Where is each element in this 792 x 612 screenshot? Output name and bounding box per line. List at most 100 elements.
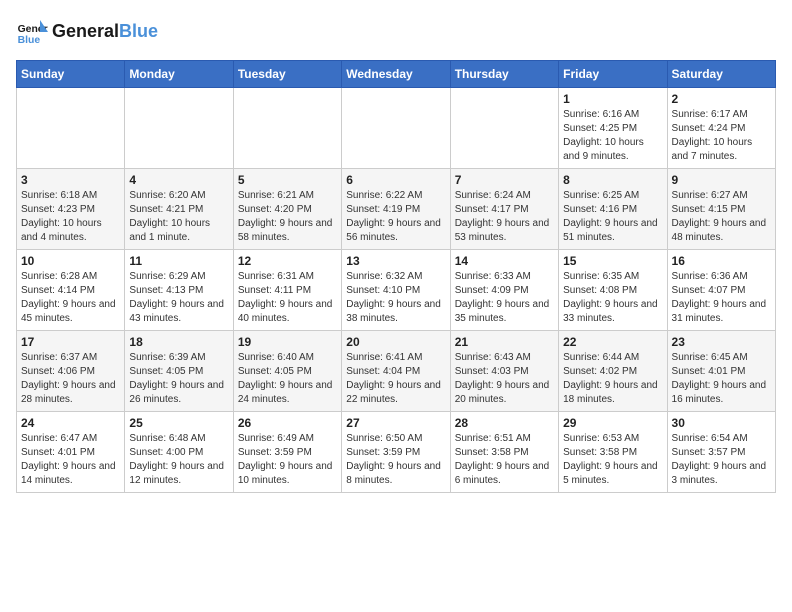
day-info: Sunrise: 6:40 AM Sunset: 4:05 PM Dayligh… (238, 351, 337, 407)
day-number: 13 (346, 254, 445, 268)
calendar-week-4: 17Sunrise: 6:37 AM Sunset: 4:06 PM Dayli… (17, 331, 776, 412)
svg-text:Blue: Blue (18, 35, 41, 46)
day-number: 7 (455, 173, 554, 187)
day-number: 4 (129, 173, 228, 187)
calendar-cell (125, 88, 233, 169)
day-number: 5 (238, 173, 337, 187)
calendar-table: SundayMondayTuesdayWednesdayThursdayFrid… (16, 60, 776, 493)
calendar-cell: 22 Sunrise: 6:44 AM Sunset: 4:02 PM Dayli… (559, 331, 667, 412)
calendar-cell: 29 Sunrise: 6:53 AM Sunset: 3:58 PM Dayli… (559, 412, 667, 493)
day-info: Sunrise: 6:37 AM Sunset: 4:06 PM Dayligh… (21, 351, 120, 407)
calendar-cell: 3 Sunrise: 6:18 AM Sunset: 4:23 PM Daylig… (17, 169, 125, 250)
day-info: Sunrise: 6:35 AM Sunset: 4:08 PM Dayligh… (563, 270, 662, 326)
calendar-cell: 30Sunrise: 6:54 AM Sunset: 3:57 PM Dayli… (667, 412, 775, 493)
day-info: Sunrise: 6:29 AM Sunset: 4:13 PM Dayligh… (129, 270, 228, 326)
day-info: Sunrise: 6:20 AM Sunset: 4:21 PM Dayligh… (129, 189, 228, 245)
day-info: Sunrise: 6:53 AM Sunset: 3:58 PM Dayligh… (563, 432, 662, 488)
day-number: 24 (21, 416, 120, 430)
weekday-header-sunday: Sunday (17, 61, 125, 88)
day-number: 26 (238, 416, 337, 430)
day-info: Sunrise: 6:28 AM Sunset: 4:14 PM Dayligh… (21, 270, 120, 326)
day-info: Sunrise: 6:33 AM Sunset: 4:09 PM Dayligh… (455, 270, 554, 326)
day-info: Sunrise: 6:25 AM Sunset: 4:16 PM Dayligh… (563, 189, 662, 245)
day-number: 9 (672, 173, 771, 187)
day-number: 3 (21, 173, 120, 187)
calendar-cell: 1 Sunrise: 6:16 AM Sunset: 4:25 PM Daylig… (559, 88, 667, 169)
calendar-cell: 10Sunrise: 6:28 AM Sunset: 4:14 PM Dayli… (17, 250, 125, 331)
day-number: 1 (563, 92, 662, 106)
day-info: Sunrise: 6:18 AM Sunset: 4:23 PM Dayligh… (21, 189, 120, 245)
day-number: 27 (346, 416, 445, 430)
day-info: Sunrise: 6:44 AM Sunset: 4:02 PM Dayligh… (563, 351, 662, 407)
weekday-header-thursday: Thursday (450, 61, 558, 88)
day-info: Sunrise: 6:48 AM Sunset: 4:00 PM Dayligh… (129, 432, 228, 488)
weekday-header-saturday: Saturday (667, 61, 775, 88)
day-number: 25 (129, 416, 228, 430)
calendar-cell: 16 Sunrise: 6:36 AM Sunset: 4:07 PM Dayli… (667, 250, 775, 331)
calendar-cell: 2 Sunrise: 6:17 AM Sunset: 4:24 PM Daylig… (667, 88, 775, 169)
day-info: Sunrise: 6:27 AM Sunset: 4:15 PM Dayligh… (672, 189, 771, 245)
calendar-week-5: 24 Sunrise: 6:47 AM Sunset: 4:01 PM Dayli… (17, 412, 776, 493)
calendar-week-3: 10Sunrise: 6:28 AM Sunset: 4:14 PM Dayli… (17, 250, 776, 331)
day-info: Sunrise: 6:49 AM Sunset: 3:59 PM Dayligh… (238, 432, 337, 488)
calendar-cell: 20 Sunrise: 6:41 AM Sunset: 4:04 PM Dayli… (342, 331, 450, 412)
logo: General Blue GeneralBlue (16, 16, 158, 48)
calendar-cell: 8 Sunrise: 6:25 AM Sunset: 4:16 PM Daylig… (559, 169, 667, 250)
calendar-cell: 26 Sunrise: 6:49 AM Sunset: 3:59 PM Dayli… (233, 412, 341, 493)
calendar-cell: 7 Sunrise: 6:24 AM Sunset: 4:17 PM Daylig… (450, 169, 558, 250)
day-number: 29 (563, 416, 662, 430)
weekday-header-friday: Friday (559, 61, 667, 88)
day-number: 8 (563, 173, 662, 187)
day-info: Sunrise: 6:24 AM Sunset: 4:17 PM Dayligh… (455, 189, 554, 245)
calendar-cell: 19 Sunrise: 6:40 AM Sunset: 4:05 PM Dayli… (233, 331, 341, 412)
calendar-week-1: 1 Sunrise: 6:16 AM Sunset: 4:25 PM Daylig… (17, 88, 776, 169)
calendar-cell: 17Sunrise: 6:37 AM Sunset: 4:06 PM Dayli… (17, 331, 125, 412)
calendar-cell: 4 Sunrise: 6:20 AM Sunset: 4:21 PM Daylig… (125, 169, 233, 250)
day-number: 14 (455, 254, 554, 268)
day-info: Sunrise: 6:31 AM Sunset: 4:11 PM Dayligh… (238, 270, 337, 326)
calendar-cell: 6Sunrise: 6:22 AM Sunset: 4:19 PM Daylig… (342, 169, 450, 250)
calendar-cell: 15 Sunrise: 6:35 AM Sunset: 4:08 PM Dayli… (559, 250, 667, 331)
day-number: 19 (238, 335, 337, 349)
day-number: 22 (563, 335, 662, 349)
weekday-header-row: SundayMondayTuesdayWednesdayThursdayFrid… (17, 61, 776, 88)
day-number: 12 (238, 254, 337, 268)
calendar-cell: 9 Sunrise: 6:27 AM Sunset: 4:15 PM Daylig… (667, 169, 775, 250)
day-info: Sunrise: 6:16 AM Sunset: 4:25 PM Dayligh… (563, 108, 662, 164)
calendar-cell: 25 Sunrise: 6:48 AM Sunset: 4:00 PM Dayli… (125, 412, 233, 493)
day-number: 2 (672, 92, 771, 106)
day-info: Sunrise: 6:47 AM Sunset: 4:01 PM Dayligh… (21, 432, 120, 488)
calendar-cell: 14 Sunrise: 6:33 AM Sunset: 4:09 PM Dayli… (450, 250, 558, 331)
calendar-cell: 23 Sunrise: 6:45 AM Sunset: 4:01 PM Dayli… (667, 331, 775, 412)
calendar-cell: 18 Sunrise: 6:39 AM Sunset: 4:05 PM Dayli… (125, 331, 233, 412)
day-number: 30 (672, 416, 771, 430)
calendar-cell: 13 Sunrise: 6:32 AM Sunset: 4:10 PM Dayli… (342, 250, 450, 331)
day-number: 15 (563, 254, 662, 268)
calendar-cell (17, 88, 125, 169)
day-number: 28 (455, 416, 554, 430)
calendar-cell: 21Sunrise: 6:43 AM Sunset: 4:03 PM Dayli… (450, 331, 558, 412)
day-info: Sunrise: 6:17 AM Sunset: 4:24 PM Dayligh… (672, 108, 771, 164)
calendar-cell: 28 Sunrise: 6:51 AM Sunset: 3:58 PM Dayli… (450, 412, 558, 493)
day-number: 21 (455, 335, 554, 349)
weekday-header-wednesday: Wednesday (342, 61, 450, 88)
weekday-header-tuesday: Tuesday (233, 61, 341, 88)
calendar-week-2: 3 Sunrise: 6:18 AM Sunset: 4:23 PM Daylig… (17, 169, 776, 250)
day-number: 16 (672, 254, 771, 268)
day-info: Sunrise: 6:22 AM Sunset: 4:19 PM Dayligh… (346, 189, 445, 245)
day-number: 18 (129, 335, 228, 349)
day-info: Sunrise: 6:36 AM Sunset: 4:07 PM Dayligh… (672, 270, 771, 326)
day-info: Sunrise: 6:45 AM Sunset: 4:01 PM Dayligh… (672, 351, 771, 407)
calendar-cell: 24 Sunrise: 6:47 AM Sunset: 4:01 PM Dayli… (17, 412, 125, 493)
day-info: Sunrise: 6:41 AM Sunset: 4:04 PM Dayligh… (346, 351, 445, 407)
logo-text-line1: GeneralBlue (52, 22, 158, 42)
logo-icon: General Blue (16, 16, 48, 48)
calendar-cell: 11 Sunrise: 6:29 AM Sunset: 4:13 PM Dayli… (125, 250, 233, 331)
day-number: 20 (346, 335, 445, 349)
day-info: Sunrise: 6:39 AM Sunset: 4:05 PM Dayligh… (129, 351, 228, 407)
calendar-cell: 12 Sunrise: 6:31 AM Sunset: 4:11 PM Dayli… (233, 250, 341, 331)
day-number: 11 (129, 254, 228, 268)
day-number: 23 (672, 335, 771, 349)
day-info: Sunrise: 6:51 AM Sunset: 3:58 PM Dayligh… (455, 432, 554, 488)
day-info: Sunrise: 6:32 AM Sunset: 4:10 PM Dayligh… (346, 270, 445, 326)
